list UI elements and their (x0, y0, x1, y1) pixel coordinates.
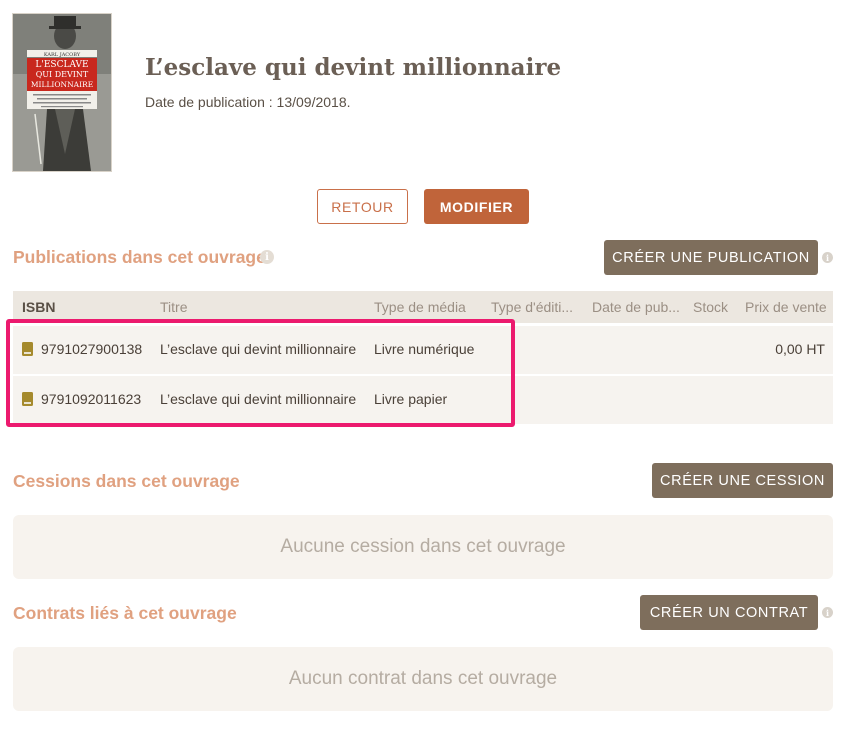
row-titre: L’esclave qui devint millionnaire (160, 391, 357, 407)
book-title: L’esclave qui devint millionnaire (145, 54, 562, 81)
column-header-stock[interactable]: Stock (693, 299, 728, 315)
create-contrat-button[interactable]: CRÉER UN CONTRAT (640, 595, 818, 630)
row-type-media: Livre papier (374, 391, 448, 407)
book-cover-image: KARL JACOBY L'ESCLAVE QUI DEVINT MILLION… (12, 13, 112, 172)
row-titre: L’esclave qui devint millionnaire (160, 341, 357, 357)
publications-section-title: Publications dans cet ouvrage (13, 247, 266, 267)
row-isbn: 9791027900138 (41, 341, 143, 357)
book-icon (22, 392, 33, 406)
column-header-titre[interactable]: Titre (160, 299, 187, 315)
create-publication-button[interactable]: CRÉER UNE PUBLICATION (604, 240, 818, 275)
cessions-section-title: Cessions dans cet ouvrage (13, 471, 240, 491)
publications-info-icon[interactable]: i (260, 250, 274, 264)
contrats-empty-state: Aucun contrat dans cet ouvrage (13, 647, 833, 711)
column-header-date-publication[interactable]: Date de pub... (592, 299, 680, 315)
book-icon (22, 342, 33, 356)
create-contrat-info-icon[interactable]: i (822, 607, 833, 618)
table-row[interactable]: 9791092011623 L’esclave qui devint milli… (13, 376, 833, 424)
cover-title-line1: L'ESCLAVE (35, 60, 88, 70)
cover-author-text: KARL JACOBY (44, 52, 81, 58)
row-isbn: 9791092011623 (41, 391, 142, 407)
column-header-isbn[interactable]: ISBN (22, 299, 55, 315)
publication-date: Date de publication : 13/09/2018. (145, 94, 351, 110)
cover-title-line2: QUI DEVINT (36, 70, 89, 79)
column-header-type-media[interactable]: Type de média (374, 299, 466, 315)
publications-table-header: ISBN Titre Type de média Type d'éditi...… (13, 291, 833, 323)
row-prix: 0,00 HT (775, 341, 825, 357)
cessions-empty-state: Aucune cession dans cet ouvrage (13, 515, 833, 579)
create-cession-button[interactable]: CRÉER UNE CESSION (652, 463, 833, 498)
cover-title-line3: MILLIONNAIRE (31, 80, 93, 89)
column-header-prix-vente[interactable]: Prix de vente (745, 299, 827, 315)
row-type-media: Livre numérique (374, 341, 475, 357)
edit-button[interactable]: MODIFIER (424, 189, 529, 224)
column-header-type-edition[interactable]: Type d'éditi... (491, 299, 573, 315)
table-row[interactable]: 9791027900138 L’esclave qui devint milli… (13, 326, 833, 374)
contrats-section-title: Contrats liés à cet ouvrage (13, 603, 237, 623)
create-publication-info-icon[interactable]: i (822, 252, 833, 263)
back-button[interactable]: RETOUR (317, 189, 408, 224)
